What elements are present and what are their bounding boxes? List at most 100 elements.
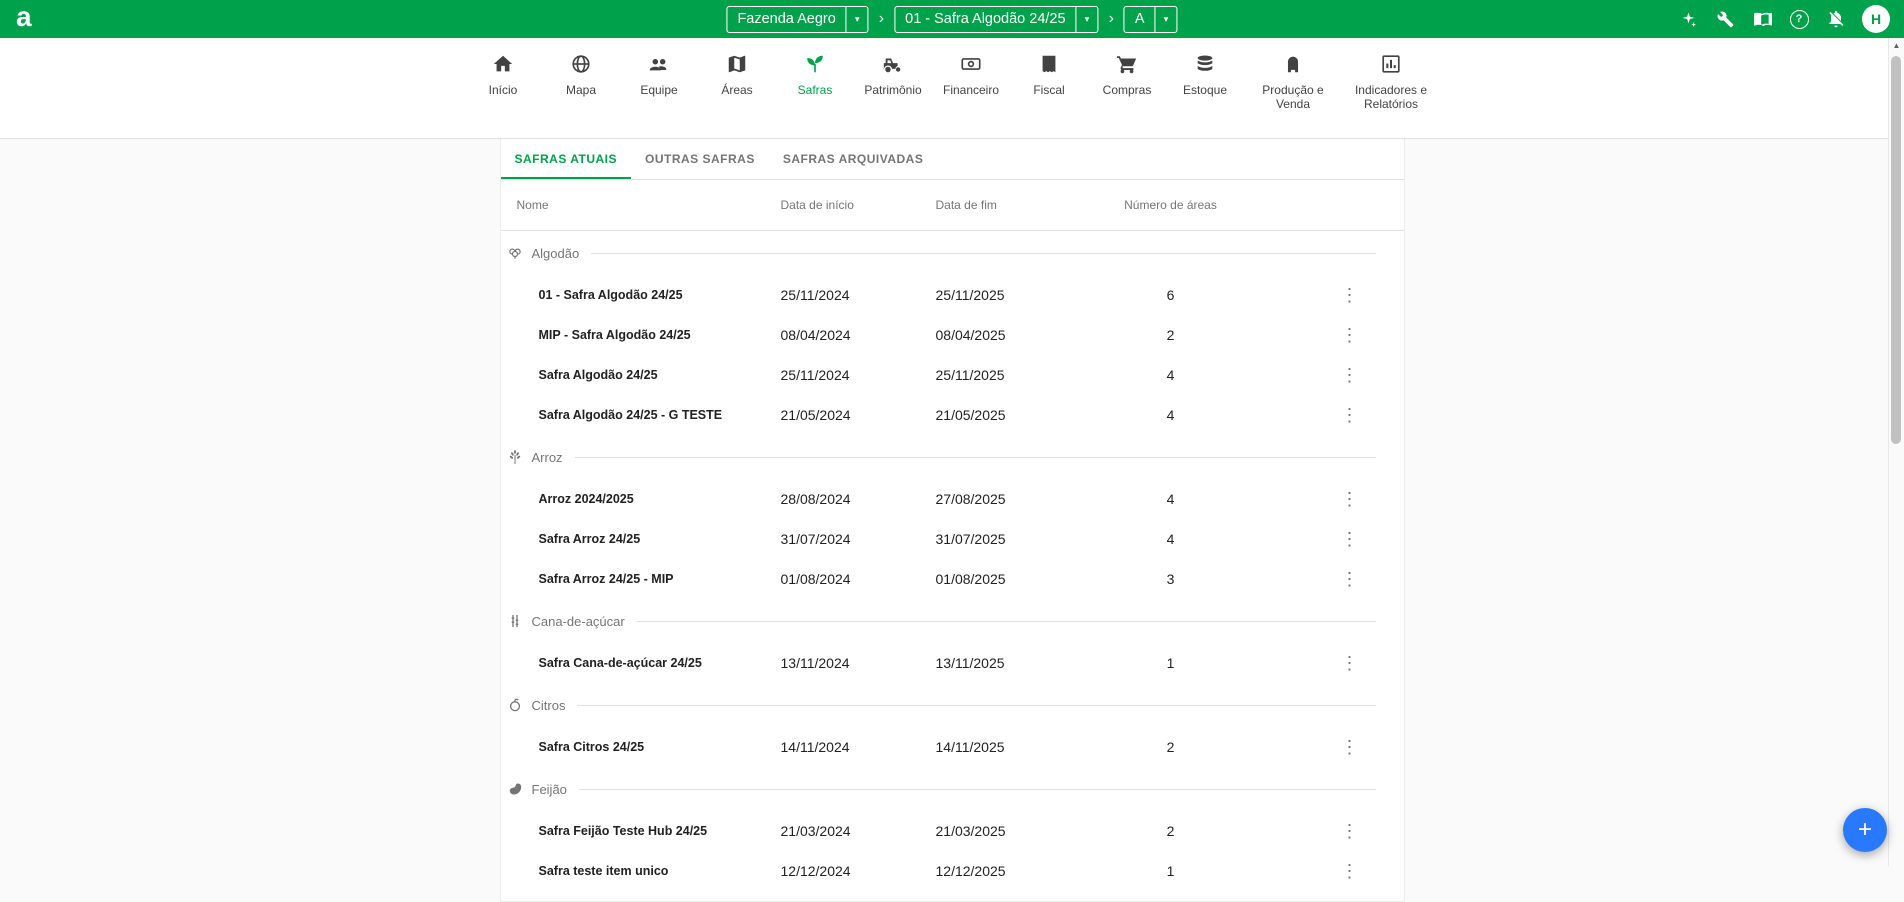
harvest-start-date: 25/11/2024: [781, 367, 936, 383]
row-menu-button[interactable]: ⋮: [1333, 860, 1367, 882]
nav-item-equipe[interactable]: Equipe: [622, 38, 696, 97]
row-menu-button[interactable]: ⋮: [1333, 528, 1367, 550]
harvest-start-date: 21/05/2024: [781, 407, 936, 423]
sugarcane-icon: [507, 613, 523, 629]
receipt-icon: [1038, 53, 1060, 75]
harvest-name[interactable]: Safra Cana-de-açúcar 24/25: [517, 656, 781, 670]
harvest-end-date: 08/04/2025: [936, 327, 1101, 343]
notifications-off-icon[interactable]: [1825, 8, 1847, 30]
home-icon: [492, 53, 514, 75]
harvest-name[interactable]: Safra Arroz 24/25: [517, 532, 781, 546]
breadcrumb-separator-icon: ›: [879, 10, 884, 28]
tab-safras-atuais[interactable]: SAFRAS ATUAIS: [501, 139, 632, 179]
row-menu-button[interactable]: ⋮: [1333, 652, 1367, 674]
harvest-table-row[interactable]: Safra Arroz 24/25 - MIP01/08/202401/08/2…: [501, 559, 1404, 599]
harvest-table-row[interactable]: Safra Feijão Teste Hub 24/2521/03/202421…: [501, 811, 1404, 851]
nav-label: Safras: [798, 83, 833, 97]
aegro-logo-icon[interactable]: a: [16, 3, 32, 31]
nav-label: Patrimônio: [864, 83, 921, 97]
row-menu-button[interactable]: ⋮: [1333, 736, 1367, 758]
farm-selector-value: Fazenda Aegro: [727, 7, 845, 32]
harvest-selector[interactable]: 01 - Safra Algodão 24/25 ▾: [894, 6, 1098, 33]
page-scrollbar[interactable]: ▲: [1888, 38, 1904, 866]
chevron-down-icon[interactable]: ▾: [1076, 7, 1098, 32]
harvest-table-row[interactable]: 01 - Safra Algodão 24/2525/11/202425/11/…: [501, 275, 1404, 315]
harvest-start-date: 12/12/2024: [781, 863, 936, 879]
row-menu-button[interactable]: ⋮: [1333, 820, 1367, 842]
tab-outras-safras[interactable]: OUTRAS SAFRAS: [631, 139, 769, 179]
harvest-name[interactable]: Safra Algodão 24/25: [517, 368, 781, 382]
row-menu-button[interactable]: ⋮: [1333, 404, 1367, 426]
row-menu-button[interactable]: ⋮: [1333, 488, 1367, 510]
harvest-name[interactable]: Safra Feijão Teste Hub 24/25: [517, 824, 781, 838]
main-nav: Início Mapa Equipe Áreas Safras Patrimôn…: [0, 38, 1904, 139]
news-book-icon[interactable]: [1751, 8, 1773, 30]
harvest-table-row[interactable]: Safra teste item unico12/12/202412/12/20…: [501, 851, 1404, 891]
column-header-data-inicio: Data de início: [781, 198, 936, 212]
nav-item-indicadores-relatorios[interactable]: Indicadores e Relatórios: [1344, 38, 1438, 112]
citrus-icon: [507, 697, 523, 713]
harvest-table-row[interactable]: Safra Cana-de-açúcar 24/2513/11/202413/1…: [501, 643, 1404, 683]
harvest-areas-count: 2: [1101, 327, 1241, 343]
row-menu-button[interactable]: ⋮: [1333, 284, 1367, 306]
wrench-icon[interactable]: [1714, 8, 1736, 30]
scrollbar-thumb[interactable]: [1891, 56, 1901, 444]
harvest-name[interactable]: Safra Arroz 24/25 - MIP: [517, 572, 781, 586]
help-question-glyph: ?: [1790, 10, 1809, 29]
nav-item-compras[interactable]: Compras: [1090, 38, 1164, 97]
nav-item-fiscal[interactable]: Fiscal: [1012, 38, 1086, 97]
harvest-table-row[interactable]: Safra Algodão 24/25 - G TESTE21/05/20242…: [501, 395, 1404, 435]
harvest-name[interactable]: Safra teste item unico: [517, 864, 781, 878]
crop-group-name: Arroz: [532, 450, 563, 465]
nav-label: Financeiro: [943, 83, 999, 97]
nav-item-safras[interactable]: Safras: [778, 38, 852, 97]
nav-item-inicio[interactable]: Início: [466, 38, 540, 97]
nav-label: Estoque: [1183, 83, 1227, 97]
assistant-icon[interactable]: [1677, 8, 1699, 30]
row-menu-button[interactable]: ⋮: [1333, 324, 1367, 346]
harvest-table-row[interactable]: Safra Arroz 24/2531/07/202431/07/20254⋮: [501, 519, 1404, 559]
tractor-icon: [882, 53, 904, 75]
harvest-table-row[interactable]: Safra Citros 24/2514/11/202414/11/20252⋮: [501, 727, 1404, 767]
harvest-name[interactable]: Safra Citros 24/25: [517, 740, 781, 754]
nav-item-areas[interactable]: Áreas: [700, 38, 774, 97]
topbar-actions: ? H: [1677, 5, 1904, 33]
harvest-name[interactable]: 01 - Safra Algodão 24/25: [517, 288, 781, 302]
nav-item-mapa[interactable]: Mapa: [544, 38, 618, 97]
help-icon[interactable]: ?: [1788, 8, 1810, 30]
map-icon: [726, 53, 748, 75]
harvest-table-row[interactable]: MIP - Safra Algodão 24/2508/04/202408/04…: [501, 315, 1404, 355]
harvest-name[interactable]: Safra Algodão 24/25 - G TESTE: [517, 408, 781, 422]
nav-item-financeiro[interactable]: Financeiro: [934, 38, 1008, 97]
row-menu-button[interactable]: ⋮: [1333, 568, 1367, 590]
farm-selector[interactable]: Fazenda Aegro ▾: [726, 6, 868, 33]
add-harvest-fab[interactable]: +: [1843, 808, 1887, 852]
nav-item-estoque[interactable]: Estoque: [1168, 38, 1242, 97]
nav-item-producao-venda[interactable]: Produção e Venda: [1246, 38, 1340, 112]
harvest-end-date: 21/05/2025: [936, 407, 1101, 423]
harvest-start-date: 25/11/2024: [781, 287, 936, 303]
user-avatar[interactable]: H: [1862, 5, 1890, 33]
nav-item-patrimonio[interactable]: Patrimônio: [856, 38, 930, 97]
row-menu-button[interactable]: ⋮: [1333, 364, 1367, 386]
harvest-table-row[interactable]: Safra Algodão 24/2525/11/202425/11/20254…: [501, 355, 1404, 395]
harvest-tabs: SAFRAS ATUAIS OUTRAS SAFRAS SAFRAS ARQUI…: [501, 139, 1404, 180]
money-icon: [960, 53, 982, 75]
cotton-icon: [507, 245, 523, 261]
harvest-start-date: 13/11/2024: [781, 655, 936, 671]
harvest-name[interactable]: Arroz 2024/2025: [517, 492, 781, 506]
crop-group-header: Algodão: [501, 231, 1404, 275]
harvest-table-row[interactable]: Arroz 2024/202528/08/202427/08/20254⋮: [501, 479, 1404, 519]
harvest-end-date: 27/08/2025: [936, 491, 1101, 507]
chevron-down-icon[interactable]: ▾: [1155, 7, 1177, 32]
scrollbar-up-arrow[interactable]: ▲: [1889, 38, 1904, 53]
tab-safras-arquivadas[interactable]: SAFRAS ARQUIVADAS: [769, 139, 938, 179]
harvest-start-date: 28/08/2024: [781, 491, 936, 507]
harvest-end-date: 12/12/2025: [936, 863, 1101, 879]
group-divider: [637, 621, 1376, 622]
column-header-data-fim: Data de fim: [936, 198, 1101, 212]
harvest-start-date: 14/11/2024: [781, 739, 936, 755]
harvest-name[interactable]: MIP - Safra Algodão 24/25: [517, 328, 781, 342]
unit-selector[interactable]: A ▾: [1124, 6, 1178, 33]
chevron-down-icon[interactable]: ▾: [846, 7, 868, 32]
